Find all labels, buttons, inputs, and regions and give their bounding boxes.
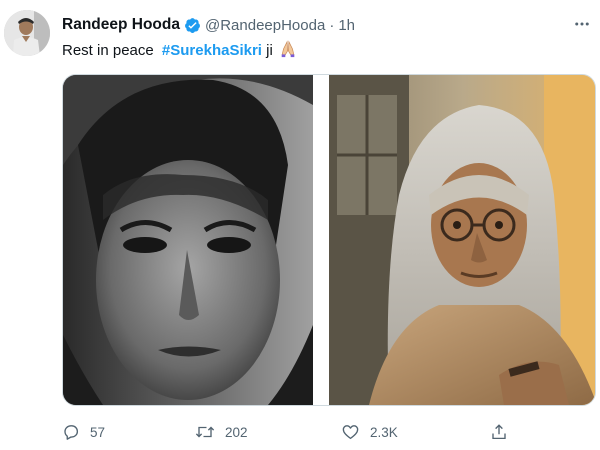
folded-hands-icon — [279, 40, 297, 64]
hashtag-link[interactable]: #SurekhaSikri — [162, 42, 262, 59]
tweet[interactable]: Randeep Hooda @RandeepHooda · 1h Rest in… — [0, 0, 600, 450]
reply-icon — [62, 423, 80, 441]
like-count: 2.3K — [370, 424, 398, 440]
avatar-photo-icon — [4, 10, 50, 56]
tweet-header: Randeep Hooda @RandeepHooda · 1h — [62, 14, 355, 36]
tweet-text-suffix: ji — [261, 42, 273, 59]
separator-dot: · — [329, 16, 335, 34]
retweet-button[interactable]: 202 — [195, 418, 248, 446]
like-icon — [341, 423, 360, 441]
media-image-2[interactable] — [329, 75, 595, 405]
retweet-icon — [195, 423, 215, 441]
media-divider — [313, 75, 329, 405]
media-grid — [62, 74, 596, 406]
share-button[interactable] — [490, 418, 508, 446]
reply-button[interactable]: 57 — [62, 418, 105, 446]
tweet-actions: 57 202 2.3K — [0, 418, 600, 446]
retweet-count: 202 — [225, 424, 248, 440]
color-film-still-photo-icon — [329, 75, 595, 405]
media-image-1[interactable] — [63, 75, 313, 405]
verified-badge-icon — [184, 17, 201, 34]
avatar[interactable] — [4, 10, 50, 56]
author-handle[interactable]: @RandeepHooda — [205, 17, 325, 34]
tweet-text: Rest in peace #SurekhaSikri ji — [62, 40, 297, 64]
author-name[interactable]: Randeep Hooda — [62, 16, 180, 34]
more-options-icon[interactable] — [572, 14, 592, 34]
like-button[interactable]: 2.3K — [341, 418, 398, 446]
bw-portrait-photo-icon — [63, 75, 313, 405]
timestamp[interactable]: 1h — [338, 17, 355, 34]
reply-count: 57 — [90, 424, 106, 440]
share-icon — [490, 423, 508, 441]
tweet-text-prefix: Rest in peace — [62, 42, 154, 59]
